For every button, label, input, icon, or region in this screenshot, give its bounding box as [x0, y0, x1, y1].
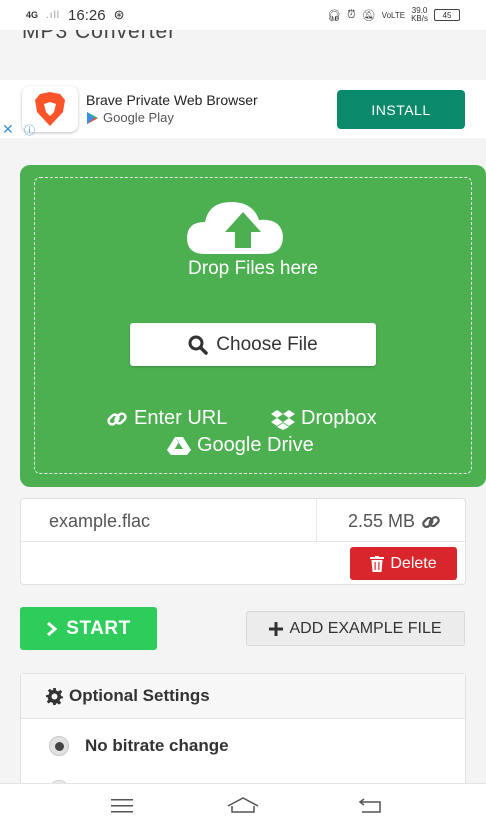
trash-icon — [370, 555, 385, 572]
drop-files-text: Drop Files here — [188, 258, 318, 279]
dropbox-icon — [271, 409, 295, 430]
add-example-file-button[interactable]: ADD EXAMPLE FILE — [246, 611, 465, 646]
install-button[interactable]: INSTALL — [337, 90, 465, 129]
gear-icon — [46, 687, 63, 705]
radio-selected-dot — [54, 741, 64, 751]
clock: 16:26 — [68, 6, 106, 24]
bitrate-option[interactable]: No bitrate change — [49, 736, 229, 756]
data-rate: 39.0 KB/s — [411, 6, 428, 23]
home-icon[interactable] — [226, 794, 260, 818]
headphones-icon: 🎧︎ — [327, 9, 342, 22]
delete-button[interactable]: Delete — [350, 547, 457, 580]
plus-icon — [269, 621, 284, 636]
dropbox-link[interactable]: Dropbox — [271, 407, 377, 430]
settings-header[interactable]: Optional Settings — [21, 674, 465, 719]
start-button[interactable]: START — [20, 607, 157, 650]
bitrate-option-label: No bitrate change — [85, 736, 229, 755]
file-card: example.flac 2.55 MB Delete — [20, 498, 466, 585]
radio-button[interactable] — [49, 736, 69, 756]
cloud-upload-icon — [183, 198, 303, 261]
enter-url-link[interactable]: Enter URL — [106, 407, 227, 430]
search-icon — [188, 335, 209, 355]
battery-icon: 45 — [434, 9, 460, 21]
close-icon[interactable]: ✕ — [2, 122, 16, 136]
link-icon — [422, 515, 440, 528]
status-bar: 4G .ıll 16:26 ⊛ 🎧︎ ⏰︎ 🔕︎ VoLTE 39.0 KB/s … — [0, 0, 486, 30]
menu-icon[interactable] — [107, 794, 137, 818]
network-indicator: 4G — [26, 9, 39, 20]
ad-store[interactable]: Google Play — [86, 110, 174, 125]
ad-title[interactable]: Brave Private Web Browser — [86, 92, 258, 108]
back-icon[interactable] — [356, 794, 386, 818]
google-drive-icon — [167, 436, 191, 455]
choose-file-button[interactable]: Choose File — [130, 323, 376, 366]
chevron-right-icon — [47, 621, 58, 636]
wifi-icon: VoLTE — [381, 10, 406, 20]
info-icon[interactable]: ⓘ — [24, 122, 42, 137]
alarm-icon: ⏰︎ — [347, 8, 356, 21]
link-icon — [107, 411, 127, 426]
divider — [316, 499, 317, 541]
google-drive-link[interactable]: Google Drive — [167, 434, 314, 457]
navigation-bar — [0, 783, 486, 828]
signal-icon: .ıll — [46, 9, 61, 21]
file-size: 2.55 MB — [348, 511, 441, 532]
file-name: example.flac — [49, 511, 151, 531]
google-play-icon — [87, 111, 98, 124]
mute-icon: 🔕︎ — [361, 9, 376, 22]
ad-banner[interactable]: Brave Private Web Browser Google Play IN… — [0, 80, 486, 138]
vpn-icon: ⊛ — [113, 7, 125, 22]
divider — [21, 541, 465, 542]
